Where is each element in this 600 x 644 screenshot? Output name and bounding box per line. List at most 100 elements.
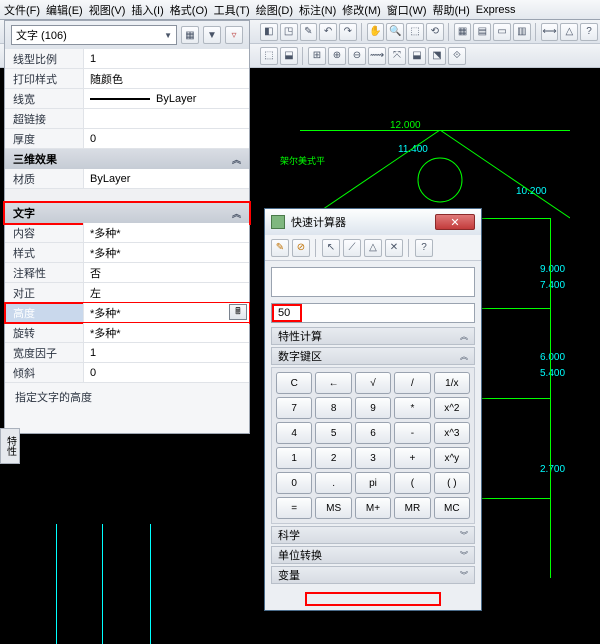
prop-value[interactable]: 0 (83, 363, 249, 382)
tool-icon[interactable]: ⊞ (308, 47, 326, 65)
key-div[interactable]: / (394, 372, 430, 394)
calc-input-value[interactable]: 50 (272, 304, 302, 322)
menu-view[interactable]: 视图(V) (89, 2, 126, 18)
key-sq[interactable]: x^2 (434, 397, 470, 419)
calc-tool-icon[interactable]: ✕ (385, 239, 403, 257)
prop-value[interactable]: 1 (83, 49, 249, 68)
prop-value-height[interactable]: *多种* 🖩 (83, 303, 249, 322)
zoom-prev-icon[interactable]: ⟲ (426, 23, 444, 41)
section-header-3d[interactable]: 三维效果︽ (5, 149, 249, 169)
prop-value[interactable]: *多种* (83, 223, 249, 242)
key-mr[interactable]: MR (394, 497, 430, 519)
key-6[interactable]: 6 (355, 422, 391, 444)
key-1[interactable]: 1 (276, 447, 312, 469)
key-sub[interactable]: - (394, 422, 430, 444)
pan-icon[interactable]: ✋ (367, 23, 385, 41)
prop-value[interactable] (83, 109, 249, 128)
prop-value[interactable]: 随颜色 (83, 69, 249, 88)
calc-section-sci[interactable]: 科学︾ (271, 526, 475, 544)
key-add[interactable]: + (394, 447, 430, 469)
key-9[interactable]: 9 (355, 397, 391, 419)
tool-icon[interactable]: ↷ (339, 23, 357, 41)
tool-icon[interactable]: ⟿ (368, 47, 386, 65)
key-4[interactable]: 4 (276, 422, 312, 444)
key-ms[interactable]: MS (315, 497, 351, 519)
prop-value[interactable]: ByLayer (83, 169, 249, 188)
help-icon[interactable]: ? (580, 23, 598, 41)
menu-tools[interactable]: 工具(T) (214, 2, 250, 18)
tool-icon[interactable]: ▭ (493, 23, 511, 41)
tool-icon[interactable]: ✎ (300, 23, 318, 41)
key-sqrt[interactable]: √ (355, 372, 391, 394)
prop-value[interactable]: *多种* (83, 243, 249, 262)
key-8[interactable]: 8 (315, 397, 351, 419)
key-pi[interactable]: pi (355, 472, 391, 494)
key-lparen[interactable]: ( (394, 472, 430, 494)
calc-input[interactable]: 50 (271, 303, 475, 323)
zoom-icon[interactable]: 🔍 (386, 23, 404, 41)
menu-draw[interactable]: 绘图(D) (256, 2, 293, 18)
key-inv[interactable]: 1/x (434, 372, 470, 394)
key-pow[interactable]: x^y (434, 447, 470, 469)
calc-section-var[interactable]: 变量︾ (271, 566, 475, 584)
tool-icon[interactable]: ⬔ (428, 47, 446, 65)
key-3[interactable]: 3 (355, 447, 391, 469)
calc-section-unit[interactable]: 单位转换︾ (271, 546, 475, 564)
menu-modify[interactable]: 修改(M) (342, 2, 381, 18)
tool-icon[interactable]: ⊕ (328, 47, 346, 65)
side-tab-properties[interactable]: 特性 (0, 428, 20, 464)
tool-icon[interactable]: ⬓ (280, 47, 298, 65)
menu-window[interactable]: 窗口(W) (387, 2, 427, 18)
key-5[interactable]: 5 (315, 422, 351, 444)
calc-help-icon[interactable]: ? (415, 239, 433, 257)
key-2[interactable]: 2 (315, 447, 351, 469)
menu-dim[interactable]: 标注(N) (299, 2, 336, 18)
tool-icon[interactable]: ◧ (260, 23, 278, 41)
menu-help[interactable]: 帮助(H) (433, 2, 470, 18)
key-c[interactable]: C (276, 372, 312, 394)
key-dot[interactable]: . (315, 472, 351, 494)
toggle-pick-icon[interactable]: ▦ (181, 26, 199, 44)
key-parens[interactable]: ( ) (434, 472, 470, 494)
dim-icon[interactable]: ⟷ (541, 23, 559, 41)
menu-format[interactable]: 格式(O) (170, 2, 208, 18)
zoom-window-icon[interactable]: ⬚ (406, 23, 424, 41)
tool-icon[interactable]: ⤧ (388, 47, 406, 65)
key-0[interactable]: 0 (276, 472, 312, 494)
prop-value[interactable]: 否 (83, 263, 249, 282)
quick-select-icon[interactable]: ▼ (203, 26, 221, 44)
tool-icon[interactable]: ◳ (280, 23, 298, 41)
key-back[interactable]: ← (315, 372, 351, 394)
tool-icon[interactable]: ⟐ (448, 47, 466, 65)
tool-icon[interactable]: △ (560, 23, 578, 41)
key-mul[interactable]: * (394, 397, 430, 419)
key-eq[interactable]: = (276, 497, 312, 519)
menu-insert[interactable]: 插入(I) (131, 2, 163, 18)
tool-icon[interactable]: ⬓ (408, 47, 426, 65)
key-7[interactable]: 7 (276, 397, 312, 419)
calc-section-prop[interactable]: 特性计算︽ (271, 327, 475, 345)
tool-icon[interactable]: ▥ (513, 23, 531, 41)
key-cube[interactable]: x^3 (434, 422, 470, 444)
calc-tool-icon[interactable]: ⟋ (343, 239, 361, 257)
calc-tool-icon[interactable]: ↖ (322, 239, 340, 257)
prop-value[interactable]: *多种* (83, 323, 249, 342)
prop-value[interactable]: 左 (83, 283, 249, 302)
calc-tool-icon[interactable]: ⊘ (292, 239, 310, 257)
calc-tool-icon[interactable]: ✎ (271, 239, 289, 257)
calc-titlebar[interactable]: 快速计算器 ✕ (265, 209, 481, 235)
key-mc[interactable]: MC (434, 497, 470, 519)
object-type-select[interactable]: 文字 (106)▼ (11, 25, 177, 45)
calc-tool-icon[interactable]: △ (364, 239, 382, 257)
tool-icon[interactable]: ⊖ (348, 47, 366, 65)
tool-icon[interactable]: ↶ (319, 23, 337, 41)
filter-icon[interactable]: ▿ (225, 26, 243, 44)
menu-express[interactable]: Express (476, 4, 516, 16)
section-header-text[interactable]: 文字︽ (5, 203, 249, 223)
key-mplus[interactable]: M+ (355, 497, 391, 519)
calculator-icon[interactable]: 🖩 (229, 304, 247, 320)
calc-section-keys[interactable]: 数字键区︽ (271, 347, 475, 365)
menu-edit[interactable]: 编辑(E) (46, 2, 83, 18)
prop-value[interactable]: ByLayer (83, 89, 249, 108)
menu-file[interactable]: 文件(F) (4, 2, 40, 18)
